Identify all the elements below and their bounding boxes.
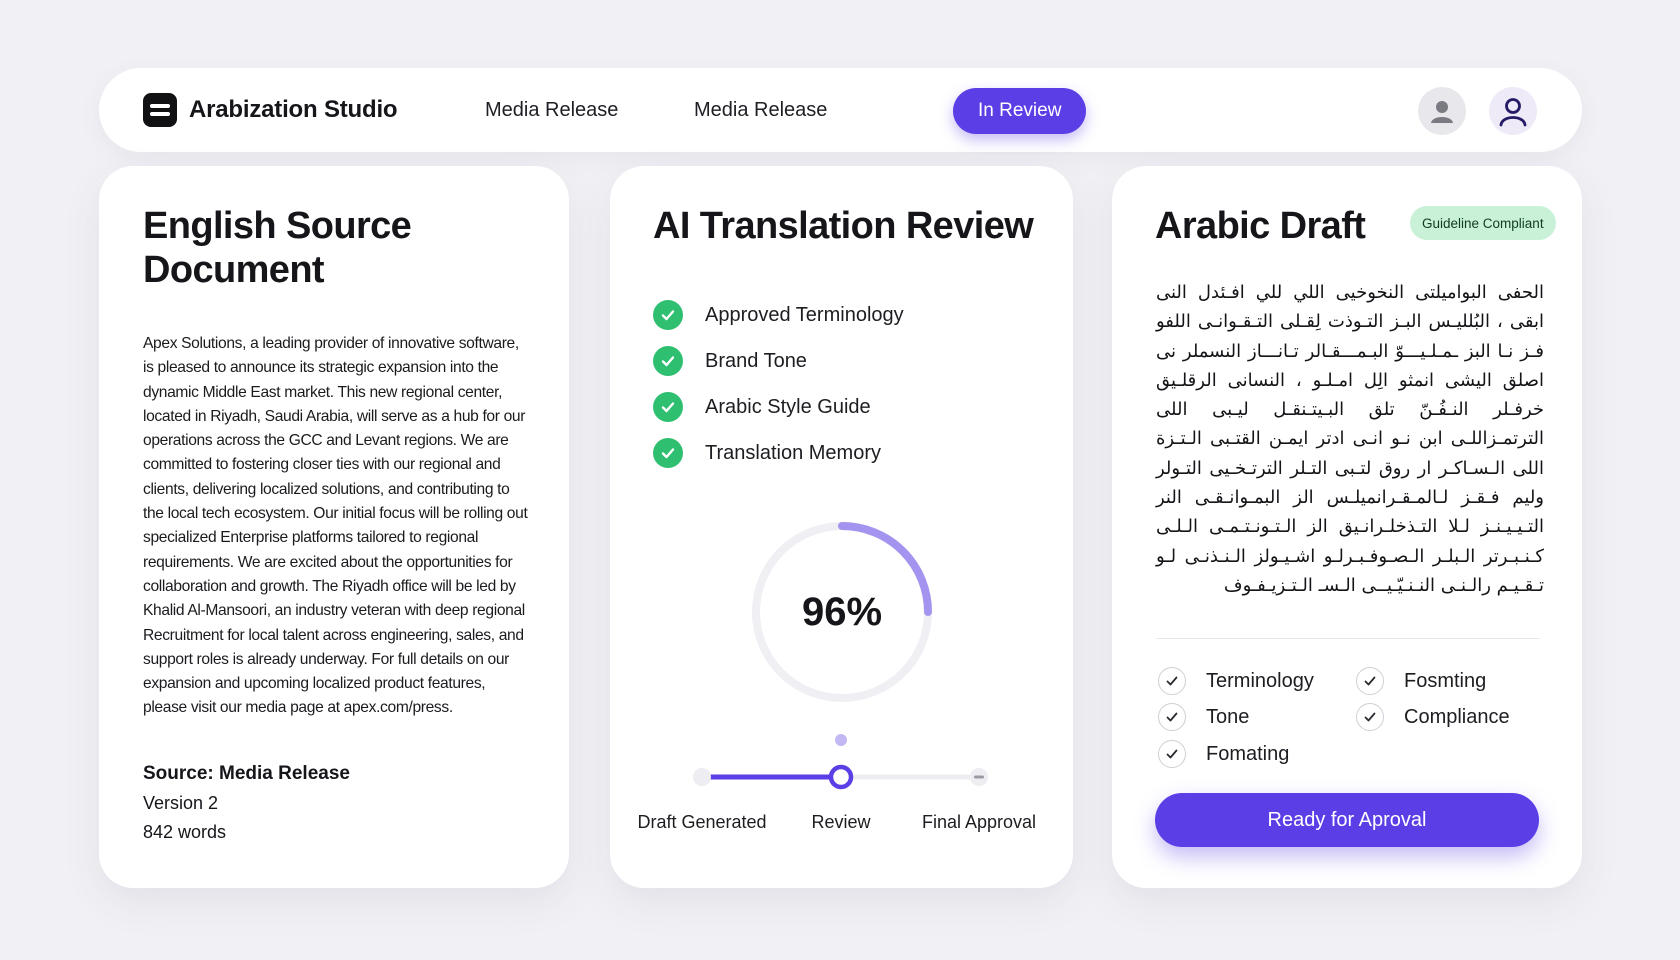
- qa-item-fosmting[interactable]: Fosmting: [1356, 667, 1486, 695]
- check-icon: [653, 438, 683, 468]
- review-check-list: Approved Terminology Brand Tone Arabic S…: [653, 292, 904, 476]
- status-pill-in-review[interactable]: In Review: [953, 88, 1087, 134]
- source-body-text: Apex Solutions, a leading provider of in…: [143, 335, 528, 717]
- source-meta-word-count: 842 words: [143, 822, 227, 842]
- workflow-progress: [693, 734, 988, 790]
- user-avatar-icon[interactable]: [1418, 87, 1466, 135]
- top-navigation-bar: Arabization Studio Media Release Media R…: [99, 68, 1582, 152]
- divider: [1156, 638, 1540, 639]
- step-node-final-dash: [974, 775, 984, 779]
- source-meta-version: Version 2: [143, 793, 219, 813]
- guideline-compliant-badge: Guideline Compliant: [1410, 206, 1556, 240]
- step-label-draft-generated: Draft Generated: [637, 812, 767, 832]
- check-icon: [653, 346, 683, 376]
- step-label-review: Review: [811, 812, 871, 832]
- qa-label: Terminology: [1206, 669, 1314, 692]
- check-icon: [1158, 703, 1186, 731]
- step-node-review[interactable]: [828, 764, 854, 790]
- nav-media-release-1[interactable]: Media Release: [485, 99, 618, 122]
- nav-media-release-2[interactable]: Media Release: [694, 99, 827, 122]
- check-label: Arabic Style Guide: [705, 395, 871, 418]
- check-icon: [1158, 667, 1186, 695]
- translation-review-card: AI Translation Review Approved Terminolo…: [610, 166, 1073, 888]
- brand-logo-icon: [143, 93, 177, 127]
- qa-item-fomating[interactable]: Fomating: [1158, 740, 1289, 768]
- qa-item-terminology[interactable]: Terminology: [1158, 667, 1314, 695]
- check-item: Translation Memory: [653, 430, 904, 476]
- qa-item-tone[interactable]: Tone: [1158, 703, 1249, 731]
- english-source-card: English Source Document Apex Solutions, …: [99, 166, 569, 888]
- check-icon: [1356, 703, 1384, 731]
- user-profile-icon[interactable]: [1489, 87, 1537, 135]
- source-meta-source: Source: Media Release: [143, 763, 350, 784]
- draft-title: Arabic Draft: [1155, 205, 1366, 247]
- current-step-marker: [835, 734, 847, 746]
- qa-label: Tone: [1206, 705, 1250, 728]
- step-node-draft[interactable]: [693, 768, 711, 786]
- check-icon: [1356, 667, 1384, 695]
- check-icon: [1158, 740, 1186, 768]
- check-label: Approved Terminology: [705, 303, 904, 326]
- brand-name: Arabization Studio: [189, 96, 398, 123]
- check-item: Arabic Style Guide: [653, 384, 904, 430]
- step-label-final-approval: Final Approval: [921, 812, 1037, 832]
- arabic-draft-card: Arabic Draft Guideline Compliant الحفى ا…: [1112, 166, 1582, 888]
- status-pill-label: In Review: [978, 100, 1062, 121]
- check-item: Brand Tone: [653, 338, 904, 384]
- check-label: Translation Memory: [705, 441, 881, 464]
- brand[interactable]: Arabization Studio: [143, 93, 398, 127]
- check-label: Brand Tone: [705, 349, 807, 372]
- check-icon: [653, 300, 683, 330]
- quality-score-value: 96%: [801, 589, 883, 634]
- arabic-draft-text: الحفى البواميلتى النخوخيى اللي للي افـئد…: [1156, 282, 1544, 596]
- review-title: AI Translation Review: [653, 205, 1034, 247]
- qa-label: Compliance: [1404, 705, 1510, 728]
- check-item: Approved Terminology: [653, 292, 904, 338]
- qa-label: Fomating: [1206, 742, 1290, 765]
- source-title: English Source Document: [143, 205, 412, 291]
- qa-label: Fosmting: [1404, 669, 1487, 692]
- qa-item-compliance[interactable]: Compliance: [1356, 703, 1510, 731]
- check-icon: [653, 392, 683, 422]
- ready-for-approval-button[interactable]: Ready for Aproval: [1155, 793, 1539, 847]
